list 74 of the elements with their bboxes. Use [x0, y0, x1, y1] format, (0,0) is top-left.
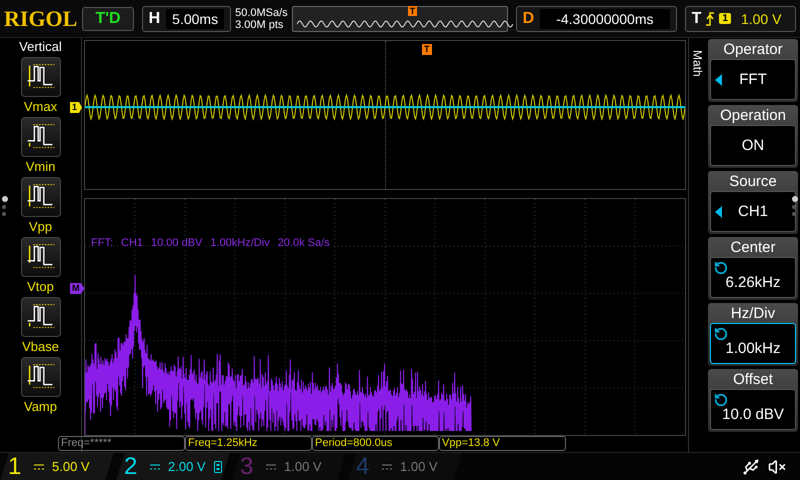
fft-setting: FFT: — [91, 237, 113, 249]
sample-rate: 50.0MSa/s — [235, 6, 288, 18]
dc-coupling-icon — [266, 464, 276, 470]
measure-item[interactable]: Vamp — [20, 357, 60, 414]
delay-label: D — [522, 10, 534, 28]
menu-item-title: Operation — [720, 107, 786, 125]
short-arrow-pulse-icon — [20, 117, 60, 157]
measure-item[interactable]: Vtop — [20, 237, 60, 294]
trigger-label: T — [692, 10, 702, 28]
menu-item-title: Source — [729, 173, 777, 191]
channel-tab[interactable]: 1 5.00 V — [0, 452, 114, 480]
menu-value-button[interactable]: ON — [710, 125, 796, 166]
short-arrow-pulse-icon — [20, 297, 60, 337]
channel-number: 3 — [240, 452, 254, 480]
dc-coupling-icon — [34, 464, 44, 470]
measure-item[interactable]: Vpp — [20, 177, 60, 234]
measurement-readout: Vpp=13.8 V — [439, 436, 566, 451]
menu-item-title: Center — [730, 239, 776, 257]
measure-item[interactable]: Vmin — [20, 117, 60, 174]
tall-arrow-pulse-icon — [20, 177, 60, 217]
dc-coupling-icon — [150, 464, 160, 470]
channel-number: 1 — [8, 452, 22, 480]
channel-number: 2 — [124, 452, 138, 480]
mute-icon — [768, 458, 786, 476]
measurement-readout: Freq=1.25kHz — [185, 436, 312, 451]
left-arrow-icon — [715, 206, 722, 218]
channel-tab[interactable]: 4 1.00 V — [348, 452, 462, 480]
delay-value: -4.30000000ms — [540, 8, 670, 28]
menu-value-button[interactable]: 1.00kHz — [710, 323, 796, 364]
usb-icon — [742, 458, 760, 476]
menu-item-title: Hz/Div — [730, 305, 776, 323]
tall-arrow-pulse-icon — [20, 237, 60, 277]
left-arrow-icon — [715, 74, 722, 86]
measurement-readout: Freq=***** — [58, 436, 185, 451]
menu-value-button[interactable]: 10.0 dBV — [710, 389, 796, 430]
fft-setting: 10.00 dBV — [151, 237, 202, 249]
channel-scale: 1.00 V — [400, 459, 438, 474]
run-state: T'D — [82, 6, 134, 30]
channel-scale: 5.00 V — [52, 459, 90, 474]
trigger-level: 1.00 V — [740, 10, 782, 28]
menu-item-title: Operator — [723, 41, 783, 59]
menu-value-button[interactable]: 6.26kHz — [710, 257, 796, 298]
menu-item-title: Offset — [733, 371, 773, 389]
measure-item[interactable]: Vmax — [20, 57, 60, 114]
channel-scale: 2.00 V — [168, 459, 206, 474]
fft-setting: 1.00kHz/Div — [210, 237, 270, 249]
fft-setting: 20.0k Sa/s — [278, 237, 330, 249]
trigger-position-marker: T — [408, 6, 418, 16]
menu-title: Vertical — [19, 39, 62, 54]
rotate-icon — [714, 261, 728, 275]
trigger-marker: T — [422, 44, 432, 55]
fft-setting: CH1 — [121, 237, 144, 249]
menu-value-button[interactable]: FFT — [710, 59, 796, 100]
channel-tab[interactable]: 2 2.00 V — [116, 452, 230, 480]
channel-scale: 1.00 V — [284, 459, 322, 474]
measure-item[interactable]: Vbase — [20, 297, 60, 354]
timebase-value: 5.00ms — [166, 8, 224, 28]
trigger-source: 1 — [719, 13, 731, 24]
channel-marker: 1 — [70, 102, 82, 113]
measurement-readout: Period=800.0us — [312, 436, 439, 451]
math-marker: M — [70, 283, 84, 294]
side-tab-label[interactable]: Math — [690, 50, 704, 77]
brand-logo: RIGOL — [4, 6, 78, 32]
rotate-icon — [714, 327, 728, 341]
timebase-label: H — [148, 10, 160, 28]
dc-coupling-icon — [382, 464, 392, 470]
tall-arrow-pulse-icon — [20, 57, 60, 97]
channel-number: 4 — [356, 452, 370, 480]
rotate-icon — [714, 393, 728, 407]
channel-tab[interactable]: 3 1.00 V — [232, 452, 346, 480]
rising-edge-icon — [705, 12, 716, 26]
tall-arrow-pulse-icon — [20, 357, 60, 397]
menu-value-button[interactable]: CH1 — [710, 191, 796, 232]
memory-depth: 3.00M pts — [235, 18, 284, 30]
